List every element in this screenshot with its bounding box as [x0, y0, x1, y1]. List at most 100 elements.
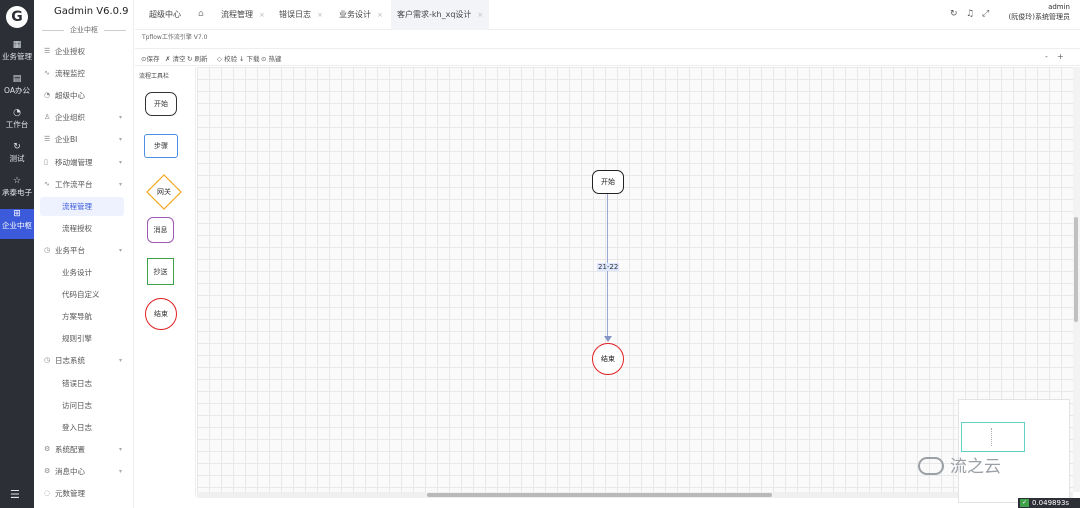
clear-button[interactable]: ✗ 清空: [165, 53, 186, 63]
fullscreen-icon[interactable]: ⤢: [982, 9, 989, 19]
sidebar-item[interactable]: 错误日志: [34, 374, 134, 393]
download-button[interactable]: ↓ 下载: [239, 53, 260, 63]
flow-canvas[interactable]: 开始 21-22 结束: [197, 67, 1073, 492]
sidebar-item[interactable]: 规则引擎: [34, 329, 134, 348]
edge-label[interactable]: 21-22: [597, 263, 620, 271]
apps-icon: ⊞: [13, 209, 21, 219]
home-icon[interactable]: ⌂: [198, 9, 204, 19]
sidebar-item-label: 登入日志: [62, 422, 92, 432]
menu-item-icon: ◷: [44, 356, 51, 365]
refresh-icon[interactable]: ↻: [950, 9, 958, 19]
sidebar-item-label: 日志系统: [55, 356, 85, 366]
menu-item-icon: ∿: [44, 69, 50, 78]
start-node[interactable]: 开始: [592, 170, 624, 194]
bell-icon[interactable]: ♫: [966, 9, 974, 19]
menu-item-icon: ◔: [44, 91, 51, 100]
tab-super-center[interactable]: 超级中心: [149, 0, 181, 30]
sidebar-item[interactable]: ∿ 工作流平台 ▾: [34, 175, 134, 194]
close-icon[interactable]: ×: [377, 11, 383, 19]
sidebar-item[interactable]: ∿ 流程监控: [34, 64, 134, 83]
tab-business-design[interactable]: 业务设计 ×: [339, 0, 383, 30]
palette-start-node[interactable]: 开始: [145, 92, 177, 116]
horizontal-scrollbar[interactable]: [197, 492, 1073, 498]
building-icon: ▤: [12, 74, 22, 84]
chevron-down-icon: ▾: [118, 114, 122, 122]
palette-gateway-node[interactable]: 网关: [145, 173, 183, 211]
sidebar-item-label: 代码自定义: [62, 290, 100, 300]
sidebar-section-title: 企业中枢: [34, 25, 134, 35]
hotkey-button[interactable]: ⊙ 热键: [261, 53, 282, 63]
menu-icon[interactable]: ☰: [10, 488, 20, 501]
node-palette: 流程工具栏 开始 步骤 网关 消息 抄送 结束: [135, 67, 196, 497]
sidebar-item[interactable]: ⚙ 系统配置 ▾: [34, 440, 134, 459]
chevron-down-icon: ▾: [118, 180, 122, 188]
sidebar-item-label: 流程管理: [62, 201, 92, 211]
minimap[interactable]: [958, 399, 1070, 503]
icon-rail: G ▦ 业务管理 ▤ OA办公 ◔ 工作台 ↻ 测试 ☆ 承泰电子 ⊞ 企业中枢 ☰: [0, 0, 34, 508]
minimap-viewport[interactable]: [961, 422, 1025, 452]
sidebar-item[interactable]: ◷ 日志系统 ▾: [34, 351, 134, 370]
sidebar-item[interactable]: 登入日志: [34, 418, 134, 437]
palette-message-node[interactable]: 消息: [147, 217, 174, 243]
sidebar-item[interactable]: 业务设计: [34, 263, 134, 282]
grid-icon: ▦: [12, 40, 22, 50]
sidebar-item[interactable]: 流程授权: [34, 219, 134, 238]
sidebar-item[interactable]: ◌ 元数管理: [34, 484, 134, 503]
close-icon[interactable]: ×: [259, 11, 265, 19]
save-button[interactable]: ⊙保存: [141, 53, 159, 63]
sidebar-item-label: 工作流平台: [55, 179, 93, 189]
sidebar-item[interactable]: 流程管理: [40, 196, 124, 216]
tab-error-log[interactable]: 错误日志 ×: [279, 0, 323, 30]
rail-item-workbench[interactable]: ◔ 工作台: [0, 108, 34, 138]
menu-item-icon: ◌: [44, 489, 51, 497]
chevron-down-icon: ▾: [118, 136, 122, 144]
brand-title: Gadmin V6.0.9: [54, 6, 129, 17]
close-icon[interactable]: ×: [477, 11, 483, 19]
rail-item-oa[interactable]: ▤ OA办公: [0, 74, 34, 104]
sidebar-item[interactable]: 代码自定义: [34, 285, 134, 304]
sidebar-item[interactable]: ◷ 业务平台 ▾: [34, 241, 134, 260]
chevron-down-icon: ▾: [118, 467, 122, 475]
palette-step-node[interactable]: 步骤: [144, 134, 178, 158]
dashboard-icon: ◔: [13, 108, 21, 118]
sidebar-item-label: 流程监控: [55, 69, 85, 79]
sidebar: Gadmin V6.0.9 企业中枢 ☰ 企业授权 ∿ 流程监控 ◔ 超级中心 ♙ 企业组织 ▾…: [34, 0, 134, 508]
tab-process-management[interactable]: 流程管理 ×: [221, 0, 265, 30]
rail-item-business[interactable]: ▦ 业务管理: [0, 40, 34, 70]
zoom-out-button[interactable]: -: [1045, 52, 1048, 61]
chevron-down-icon: ▾: [118, 357, 122, 365]
sidebar-item[interactable]: ☰ 企业BI ▾: [34, 130, 134, 149]
palette-cc-node[interactable]: 抄送: [147, 258, 174, 285]
rail-item-chengtai[interactable]: ☆ 承泰电子: [0, 176, 34, 206]
sidebar-item[interactable]: ⚙ 消息中心 ▾: [34, 462, 134, 481]
refresh-icon: ↻: [13, 142, 21, 152]
close-icon[interactable]: ×: [317, 11, 323, 19]
sidebar-item[interactable]: ♙ 企业组织 ▾: [34, 108, 134, 127]
rail-item-enterprise-hub[interactable]: ⊞ 企业中枢: [0, 209, 34, 239]
user-role: (阮俊玲)系统管理员: [1008, 13, 1070, 21]
sidebar-item-label: 系统配置: [55, 444, 85, 454]
sidebar-item-label: 规则引擎: [62, 334, 92, 344]
sidebar-item[interactable]: 方案导航: [34, 307, 134, 326]
sidebar-item[interactable]: 访问日志: [34, 396, 134, 415]
sidebar-item-label: 元数管理: [55, 489, 85, 498]
palette-end-node[interactable]: 结束: [145, 298, 177, 330]
sidebar-item[interactable]: ☰ 企业授权: [34, 42, 134, 61]
tab-bar: 超级中心 ⌂ 流程管理 × 错误日志 × 业务设计 × 客户需求-kh_xq设计 × ↻…: [135, 0, 1080, 30]
sidebar-item[interactable]: ◔ 超级中心: [34, 86, 134, 105]
user-menu[interactable]: admin (阮俊玲)系统管理员: [1009, 2, 1070, 22]
zoom-in-button[interactable]: +: [1057, 52, 1064, 61]
refresh-button[interactable]: ↻ 刷新: [187, 53, 208, 63]
rail-item-test[interactable]: ↻ 测试: [0, 142, 34, 172]
sidebar-item-label: 企业授权: [55, 47, 85, 56]
app-logo: G: [6, 6, 28, 28]
tab-customer-demand-design[interactable]: 客户需求-kh_xq设计 ×: [391, 0, 490, 30]
sidebar-item-label: 流程授权: [62, 223, 92, 233]
vertical-scrollbar[interactable]: [1073, 67, 1080, 492]
scrollbar-thumb[interactable]: [1074, 217, 1078, 322]
end-node[interactable]: 结束: [592, 343, 624, 375]
sidebar-item[interactable]: ▯ 移动端管理 ▾: [34, 153, 134, 172]
check-button[interactable]: ◇ 校验: [217, 53, 237, 63]
scrollbar-thumb[interactable]: [427, 493, 772, 497]
menu-item-icon: ⚙: [44, 444, 51, 453]
